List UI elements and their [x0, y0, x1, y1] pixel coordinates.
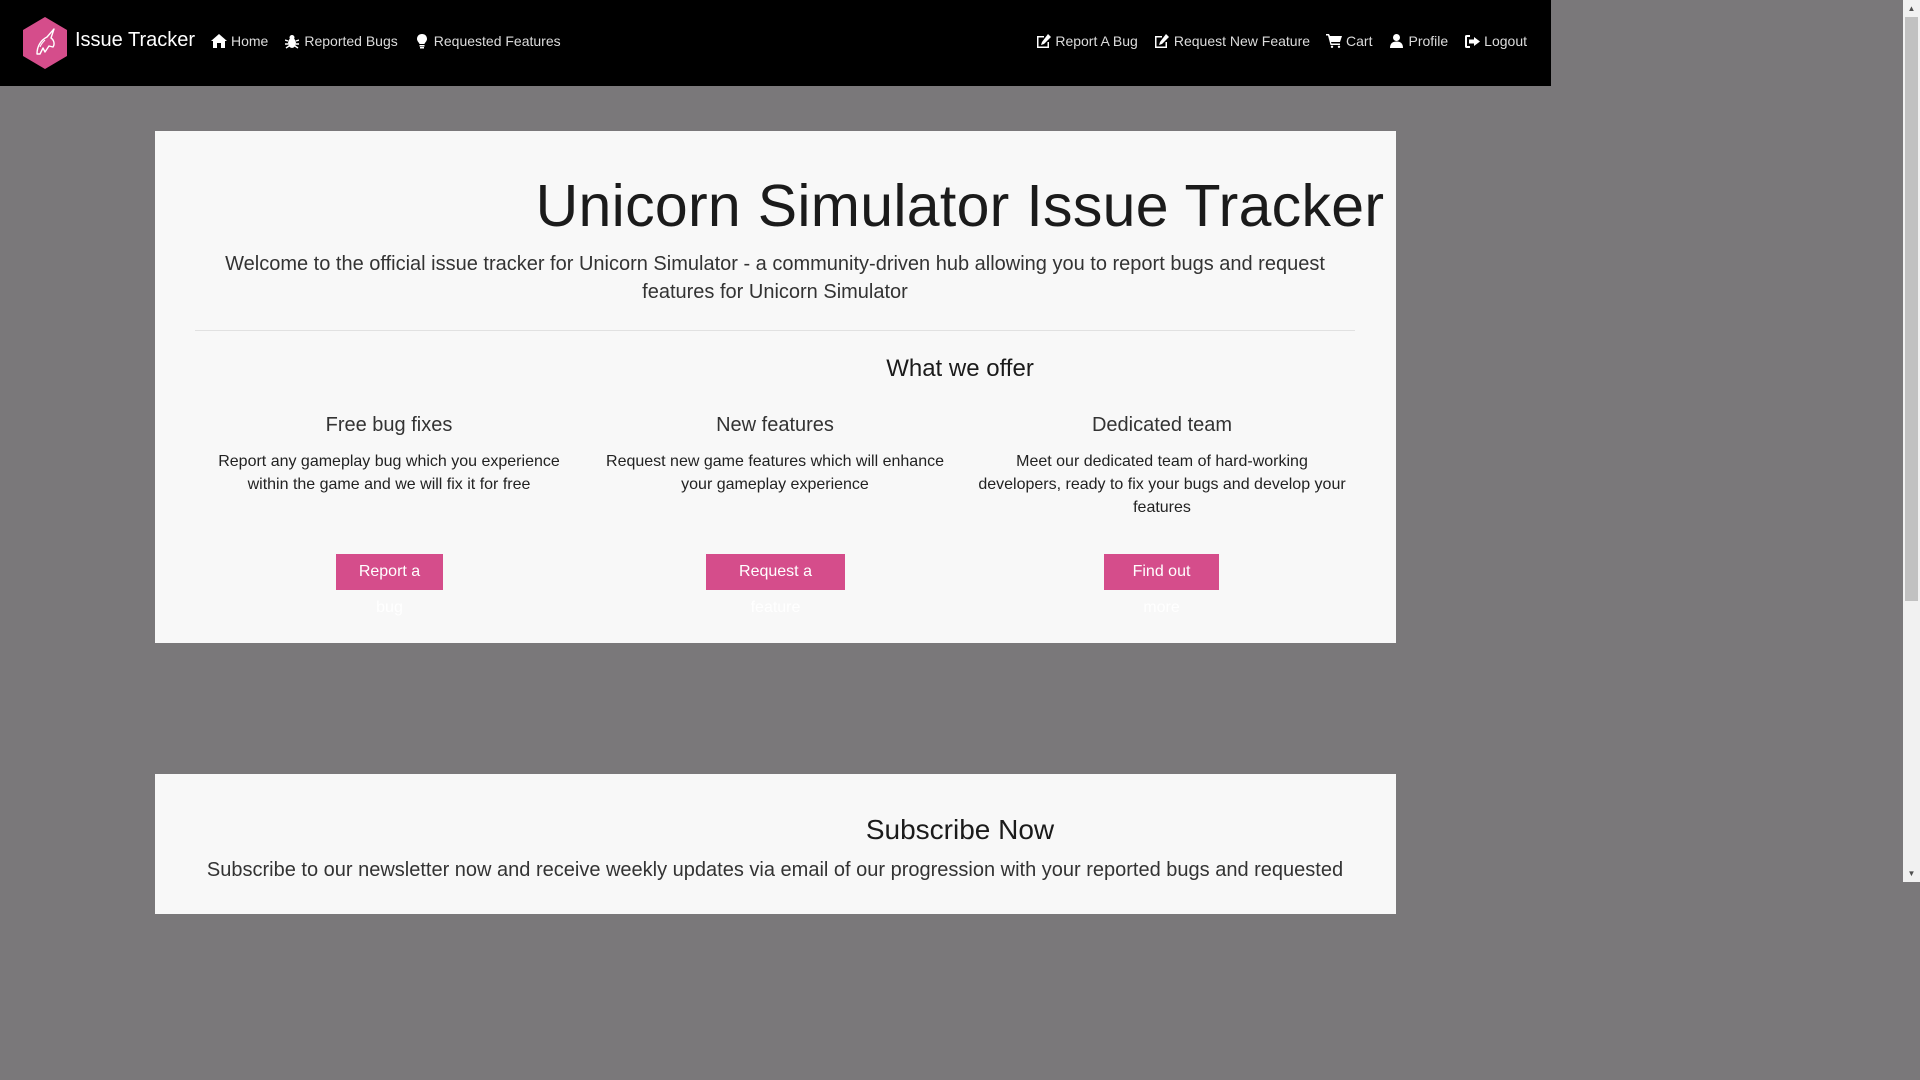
- subscribe-title: Subscribe Now: [865, 814, 1055, 845]
- offer-column-new-features: New features Request new game features w…: [590, 414, 960, 496]
- nav-profile-label: Profile: [1408, 33, 1449, 49]
- unicorn-logo-icon: [21, 16, 69, 70]
- nav-home-label: Home: [231, 33, 269, 49]
- offer-column-heading: New features: [716, 414, 834, 436]
- bug-icon: [284, 33, 300, 49]
- nav-profile[interactable]: Profile: [1388, 33, 1448, 49]
- subscribe-text: Subscribe to our newsletter now and rece…: [206, 859, 1344, 881]
- offer-column-text: Request new game features which will enh…: [606, 453, 944, 493]
- nav-cart[interactable]: Cart: [1326, 33, 1372, 49]
- cart-icon: [1326, 33, 1343, 49]
- logout-icon: [1464, 33, 1480, 49]
- nav-cart-label: Cart: [1346, 33, 1373, 49]
- edit-icon: [1154, 33, 1170, 49]
- offer-column-dedicated-team: Dedicated team Meet our dedicated team o…: [977, 414, 1347, 519]
- offer-column-text: Meet our dedicated team of hard-working …: [978, 453, 1346, 516]
- page-scrollbar[interactable]: ▲ ▼: [1903, 0, 1920, 882]
- nav-request-new-feature-label: Request New Feature: [1173, 33, 1311, 49]
- find-out-more-button[interactable]: Find out more: [1104, 554, 1219, 616]
- nav-reported-bugs[interactable]: Reported Bugs: [284, 33, 398, 49]
- scroll-down-arrow-icon[interactable]: ▼: [1903, 865, 1920, 882]
- brand[interactable]: Issue Tracker: [21, 16, 195, 70]
- scroll-up-arrow-icon[interactable]: ▲: [1903, 0, 1920, 17]
- nav-report-a-bug[interactable]: Report A Bug: [1035, 33, 1138, 49]
- request-a-feature-button[interactable]: Request a feature: [706, 554, 845, 616]
- scrollbar-thumb[interactable]: [1905, 17, 1918, 601]
- nav-home[interactable]: Home: [211, 33, 268, 49]
- offer-column-text: Report any gameplay bug which you experi…: [218, 453, 560, 493]
- nav-requested-features-label: Requested Features: [433, 33, 561, 49]
- nav-request-new-feature[interactable]: Request New Feature: [1154, 33, 1310, 49]
- edit-icon: [1035, 33, 1051, 49]
- nav-logout[interactable]: Logout: [1464, 33, 1527, 49]
- hero-title: Unicorn Simulator Issue Tracker: [535, 173, 1385, 239]
- offer-column-heading: Dedicated team: [1091, 414, 1233, 436]
- nav-report-a-bug-label: Report A Bug: [1055, 33, 1138, 49]
- offer-heading: What we offer: [886, 355, 1034, 382]
- navbar: Issue Tracker Home Reported Bugs Request…: [0, 0, 1551, 86]
- offer-column-bug-fixes: Free bug fixes Report any gameplay bug w…: [204, 414, 574, 496]
- hero-divider: [195, 330, 1355, 331]
- nav-logout-label: Logout: [1484, 33, 1527, 49]
- report-a-bug-button[interactable]: Report a bug: [336, 554, 443, 616]
- lightbulb-icon: [414, 33, 430, 49]
- nav-reported-bugs-label: Reported Bugs: [304, 33, 398, 49]
- hero-lead: Welcome to the official issue tracker fo…: [225, 253, 1325, 303]
- nav-requested-features[interactable]: Requested Features: [414, 33, 561, 49]
- brand-name: Issue Tracker: [75, 28, 196, 51]
- home-icon: [211, 33, 227, 49]
- nav-right: Report A Bug Request New Feature Cart Pr…: [1035, 33, 1527, 49]
- nav-left: Home Reported Bugs Requested Features: [211, 33, 561, 49]
- offer-column-heading: Free bug fixes: [325, 414, 453, 436]
- user-icon: [1388, 33, 1404, 49]
